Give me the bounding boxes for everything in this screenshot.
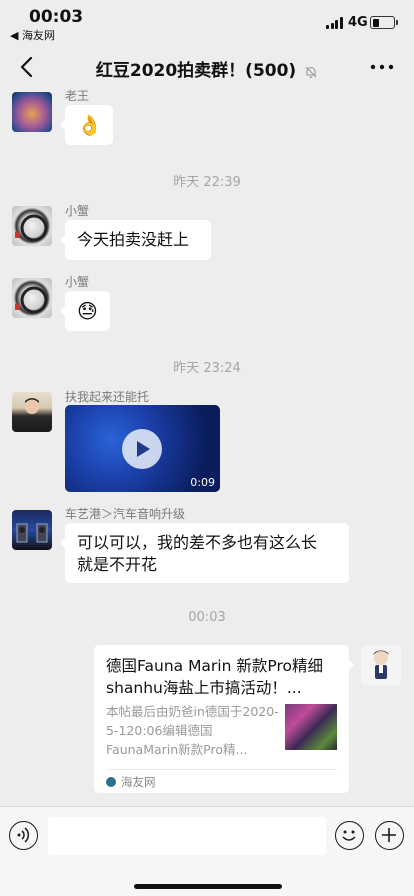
avatar[interactable] [12,510,52,550]
input-bar [0,806,414,896]
message-text-line: 可以可以，我的差不多也有这么长 [77,533,318,552]
emoji-icon[interactable] [335,821,364,850]
link-thumbnail [285,704,337,750]
sender-name: 老王 [65,89,90,103]
video-message[interactable]: 0:09 [65,405,220,492]
message-text: 今天拍卖没赶上 [77,230,190,249]
sender-name: 小蟹 [65,275,90,289]
message-input[interactable] [48,817,326,855]
source-name: 海友网 [121,775,156,789]
my-avatar[interactable] [361,645,401,685]
battery-icon [370,16,398,29]
timestamp: 昨天 23:24 [173,361,241,376]
message-bubble[interactable]: 😓 [60,291,110,331]
avatar[interactable] [12,206,52,246]
back-to-app-link[interactable]: ◀ 海友网 [10,27,55,43]
chat-title: 红豆2020拍卖群！(500) [95,61,297,81]
link-description: 本帖最后由奶爸in德国于2020-5-120:06编辑德国FaunaMarin新… [106,704,279,757]
link-source: 海友网 [106,774,156,790]
avatar[interactable] [12,278,52,318]
status-time: 00:03 [29,7,84,27]
avatar[interactable] [12,392,52,432]
video-duration: 0:09 [190,476,215,489]
sweat-emoji: 😓 [77,299,98,323]
play-icon[interactable] [122,429,162,469]
sender-name: 车艺港＞汽车音响升级 [65,507,186,521]
timestamp: 00:03 [188,610,226,625]
plus-icon[interactable] [375,821,404,850]
sender-name: 小蟹 [65,204,90,218]
chevron-left-icon[interactable] [12,52,42,82]
chat-title-wrap: 红豆2020拍卖群！(500) [60,56,354,81]
voice-icon[interactable] [9,821,38,850]
home-indicator[interactable] [134,884,282,889]
more-dots-icon[interactable] [368,56,396,78]
message-bubble[interactable]: 👌 [60,105,113,145]
timestamp: 昨天 22:39 [173,175,241,190]
bell-off-icon [304,64,318,78]
status-bar: 00:03 ◀ 海友网 4G [0,0,414,44]
network-type: 4G [348,15,368,30]
message-bubble[interactable]: 今天拍卖没赶上 [60,220,211,260]
message-text-line: 就是不开花 [77,555,158,574]
cellular-signal-icon [326,17,343,29]
link-card[interactable]: 德国Fauna Marin 新款Pro精细shanhu海盐上市搞活动！... 本… [94,645,354,793]
sender-name: 扶我起来还能托 [65,390,150,404]
nav-bar: 红豆2020拍卖群！(500) [0,44,414,90]
avatar[interactable] [12,92,52,132]
message-bubble[interactable]: 可以可以，我的差不多也有这么长 就是不开花 [60,523,349,583]
ok-hand-emoji: 👌 [77,113,102,137]
divider [106,769,337,770]
link-title: 德国Fauna Marin 新款Pro精细shanhu海盐上市搞活动！... [106,657,323,697]
source-logo-icon [106,777,116,787]
